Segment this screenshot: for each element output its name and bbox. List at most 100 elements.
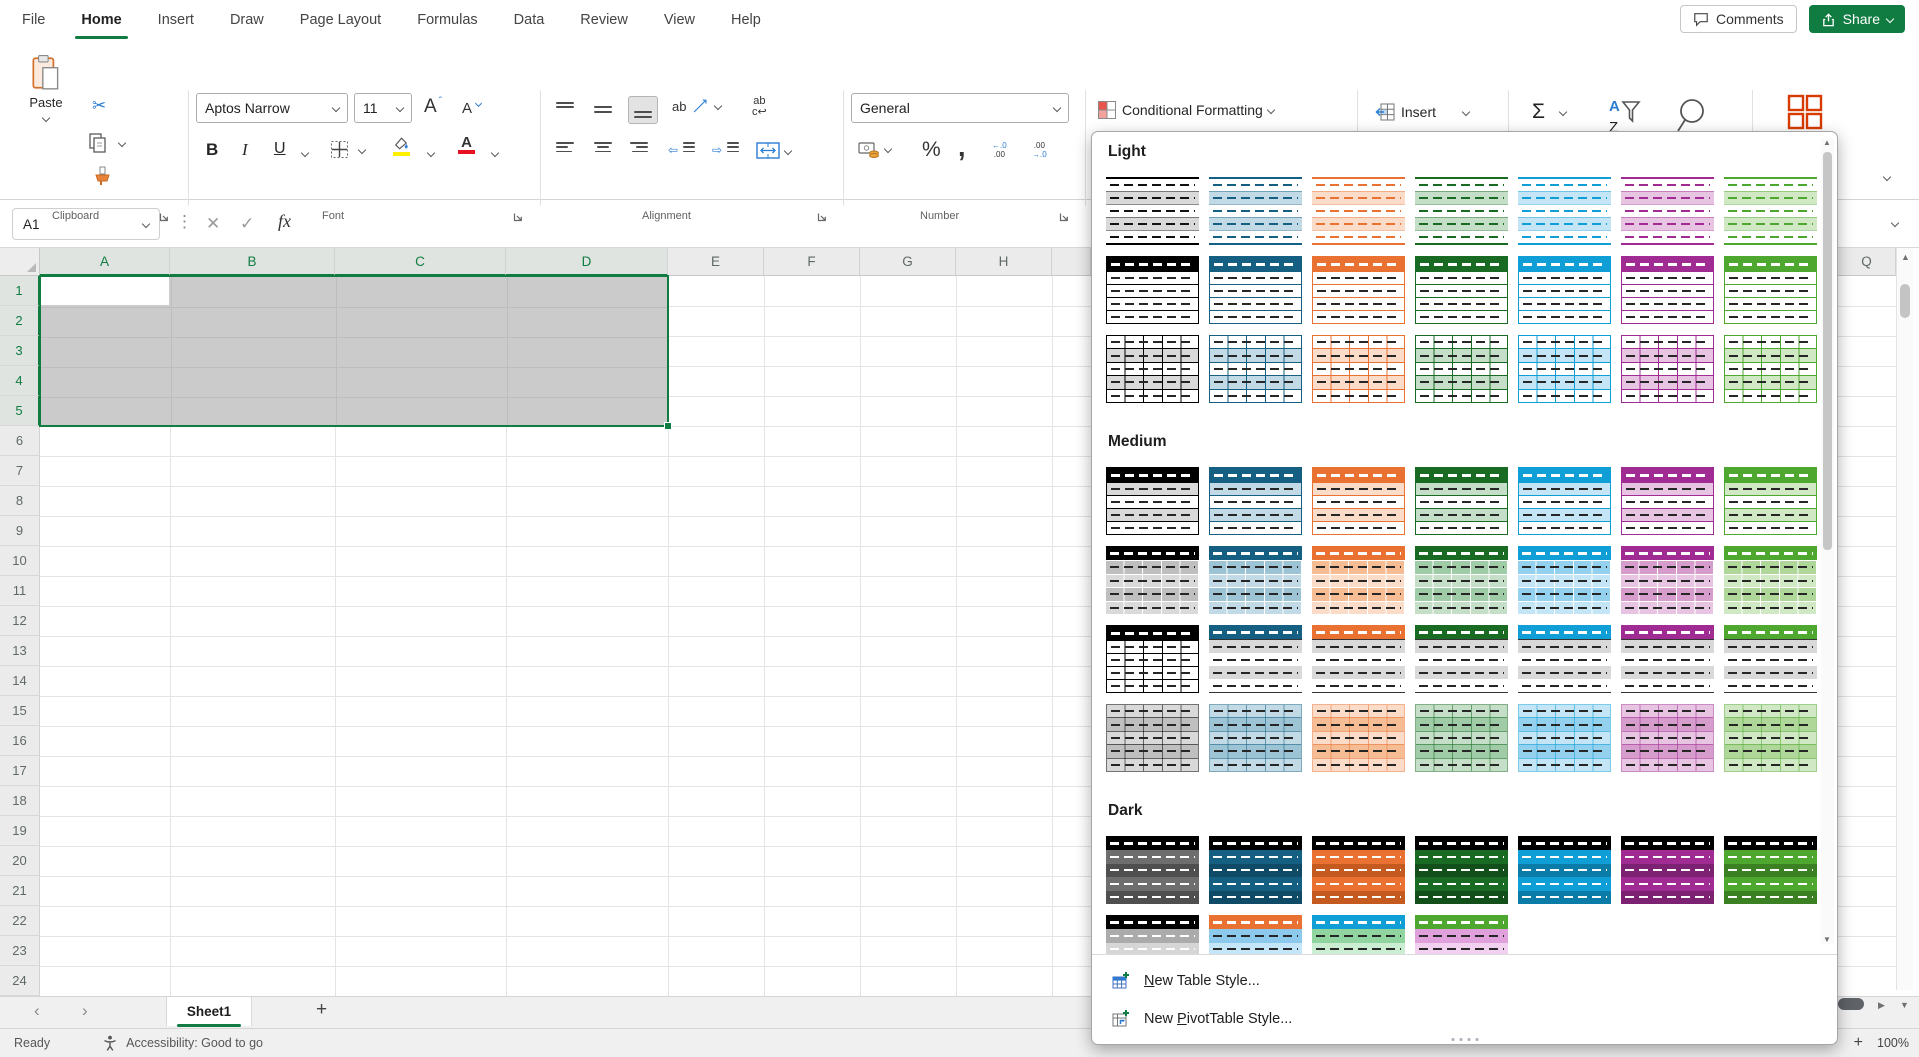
- table-style-light-r1-c3[interactable]: [1312, 177, 1405, 245]
- row-header-16[interactable]: 16: [0, 726, 40, 756]
- accessibility-status[interactable]: Accessibility: Good to go: [126, 1036, 263, 1050]
- name-box-resize-handle[interactable]: ⋮: [176, 212, 193, 232]
- table-style-medium-r1-c1[interactable]: [1106, 467, 1199, 535]
- font-color-button[interactable]: A: [458, 136, 475, 154]
- align-bottom-button[interactable]: [628, 96, 658, 124]
- align-middle-button[interactable]: [594, 102, 612, 117]
- row-header-6[interactable]: 6: [0, 426, 40, 456]
- menu-tab-formulas[interactable]: Formulas: [417, 0, 477, 40]
- table-style-medium-r4-c1[interactable]: [1106, 704, 1199, 772]
- scroll-up-arrow[interactable]: ▲: [1901, 252, 1910, 262]
- format-painter-button[interactable]: [92, 166, 112, 186]
- prev-sheet-button[interactable]: ‹: [34, 1001, 40, 1021]
- row-header-19[interactable]: 19: [0, 816, 40, 846]
- zoom-in-button[interactable]: +: [1854, 1034, 1863, 1052]
- table-style-light-r1-c5[interactable]: [1518, 177, 1611, 245]
- copy-button[interactable]: [88, 132, 125, 154]
- row-header-8[interactable]: 8: [0, 486, 40, 516]
- table-style-medium-r1-c7[interactable]: [1724, 467, 1817, 535]
- menu-tab-help[interactable]: Help: [731, 0, 761, 40]
- row-header-5[interactable]: 5: [0, 396, 40, 426]
- table-style-dark-r2-c1[interactable]: [1106, 915, 1199, 954]
- table-style-medium-r3-c6[interactable]: [1621, 625, 1714, 693]
- table-style-dark-r1-c6[interactable]: [1621, 836, 1714, 904]
- table-style-medium-r2-c5[interactable]: [1518, 546, 1611, 614]
- paste-button[interactable]: Paste: [14, 54, 78, 121]
- add-sheet-button[interactable]: +: [316, 999, 327, 1021]
- font-dialog-launcher[interactable]: [512, 211, 524, 223]
- row-header-13[interactable]: 13: [0, 636, 40, 666]
- table-style-medium-r2-c2[interactable]: [1209, 546, 1302, 614]
- table-style-light-r1-c1[interactable]: [1106, 177, 1199, 245]
- row-header-1[interactable]: 1: [0, 276, 40, 306]
- column-header-G[interactable]: G: [860, 248, 956, 276]
- menu-tab-insert[interactable]: Insert: [158, 0, 194, 40]
- gallery-scroll-down-arrow[interactable]: ▼: [1823, 935, 1831, 944]
- menu-tab-page-layout[interactable]: Page Layout: [300, 0, 381, 40]
- row-header-11[interactable]: 11: [0, 576, 40, 606]
- next-sheet-button[interactable]: ›: [82, 1001, 88, 1021]
- gallery-scrollbar[interactable]: ▲ ▼: [1821, 138, 1834, 944]
- table-style-medium-r4-c6[interactable]: [1621, 704, 1714, 772]
- confirm-entry-button[interactable]: ✓: [240, 214, 254, 234]
- percent-style-button[interactable]: %: [922, 138, 941, 162]
- share-button[interactable]: Share: [1809, 5, 1905, 33]
- decrease-font-size-button[interactable]: A: [462, 100, 481, 117]
- number-format-select[interactable]: General: [851, 93, 1069, 123]
- row-header-14[interactable]: 14: [0, 666, 40, 696]
- table-style-light-r2-c4[interactable]: [1415, 256, 1508, 324]
- table-style-light-r1-c6[interactable]: [1621, 177, 1714, 245]
- increase-font-size-button[interactable]: Aˆ: [424, 96, 442, 118]
- table-style-dark-r1-c4[interactable]: [1415, 836, 1508, 904]
- alignment-dialog-launcher[interactable]: [816, 211, 828, 223]
- vertical-scrollbar[interactable]: ▲: [1896, 248, 1913, 990]
- table-style-medium-r4-c3[interactable]: [1312, 704, 1405, 772]
- table-style-medium-r1-c6[interactable]: [1621, 467, 1714, 535]
- table-style-medium-r4-c4[interactable]: [1415, 704, 1508, 772]
- wrap-text-button[interactable]: ab c↩: [752, 96, 767, 118]
- new-table-style-item[interactable]: New Table Style...: [1092, 962, 1837, 1000]
- gallery-scrollbar-thumb[interactable]: [1823, 152, 1832, 550]
- italic-button[interactable]: I: [242, 140, 248, 160]
- dropdown-resize-handle[interactable]: [1451, 1038, 1478, 1041]
- table-style-medium-r3-c4[interactable]: [1415, 625, 1508, 693]
- table-style-medium-r3-c1[interactable]: [1106, 625, 1199, 693]
- table-style-dark-r1-c5[interactable]: [1518, 836, 1611, 904]
- table-style-light-r3-c7[interactable]: [1724, 335, 1817, 403]
- row-header-12[interactable]: 12: [0, 606, 40, 636]
- column-header-Q[interactable]: Q: [1838, 248, 1896, 276]
- table-style-light-r1-c2[interactable]: [1209, 177, 1302, 245]
- column-header-A[interactable]: A: [40, 248, 170, 276]
- table-style-medium-r2-c3[interactable]: [1312, 546, 1405, 614]
- merge-center-button[interactable]: [756, 142, 791, 159]
- table-style-dark-r1-c7[interactable]: [1724, 836, 1817, 904]
- increase-decimal-button[interactable]: .00 →.0: [1032, 142, 1047, 159]
- menu-tab-data[interactable]: Data: [514, 0, 545, 40]
- autosum-button[interactable]: Σ: [1532, 100, 1566, 124]
- row-header-10[interactable]: 10: [0, 546, 40, 576]
- selection-fill-handle[interactable]: [664, 422, 672, 430]
- table-style-light-r2-c2[interactable]: [1209, 256, 1302, 324]
- table-style-medium-r4-c2[interactable]: [1209, 704, 1302, 772]
- menu-tab-view[interactable]: View: [664, 0, 695, 40]
- table-style-light-r2-c6[interactable]: [1621, 256, 1714, 324]
- column-header-B[interactable]: B: [170, 248, 335, 276]
- bold-button[interactable]: B: [206, 140, 218, 160]
- table-style-medium-r3-c5[interactable]: [1518, 625, 1611, 693]
- horizontal-scrollbar-thumb[interactable]: [1838, 998, 1864, 1010]
- menu-tab-draw[interactable]: Draw: [230, 0, 264, 40]
- comments-button[interactable]: Comments: [1680, 5, 1797, 33]
- row-header-22[interactable]: 22: [0, 906, 40, 936]
- table-style-medium-r2-c7[interactable]: [1724, 546, 1817, 614]
- zoom-level[interactable]: 100%: [1877, 1036, 1909, 1050]
- font-size-select[interactable]: 11: [354, 93, 412, 123]
- table-style-light-r2-c7[interactable]: [1724, 256, 1817, 324]
- menu-tab-file[interactable]: File: [22, 0, 45, 40]
- table-style-medium-r3-c2[interactable]: [1209, 625, 1302, 693]
- row-header-24[interactable]: 24: [0, 966, 40, 996]
- font-name-select[interactable]: Aptos Narrow: [196, 93, 348, 123]
- row-header-17[interactable]: 17: [0, 756, 40, 786]
- row-header-7[interactable]: 7: [0, 456, 40, 486]
- vertical-scrollbar-thumb[interactable]: [1900, 284, 1910, 318]
- table-style-light-r3-c2[interactable]: [1209, 335, 1302, 403]
